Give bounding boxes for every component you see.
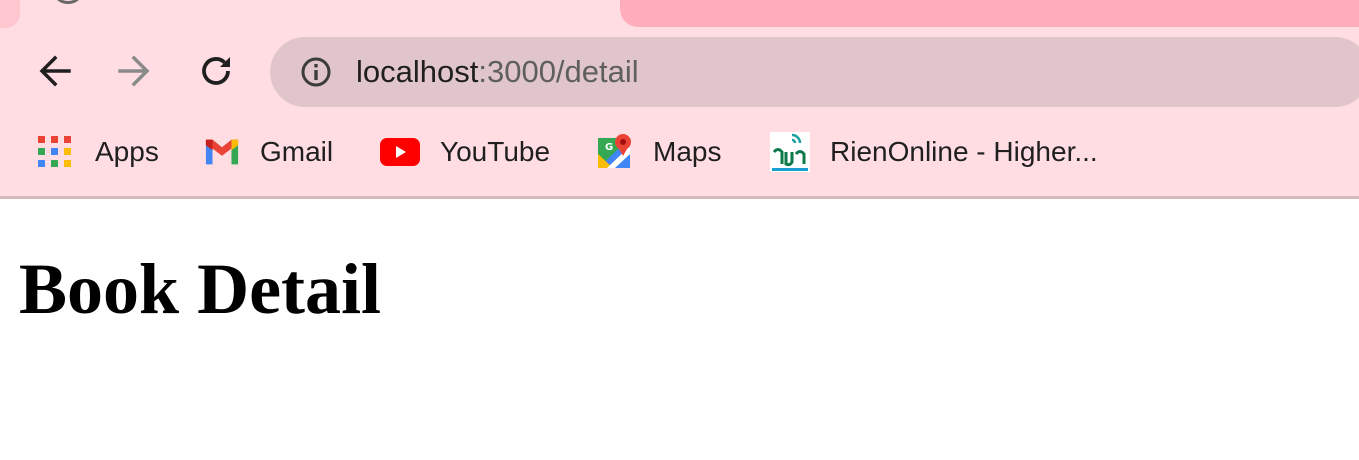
url-path: :3000/detail (478, 54, 639, 89)
bookmark-rienonline[interactable]: RienOnline - Higher... (770, 126, 1098, 178)
reload-icon (202, 57, 230, 85)
bookmark-label: YouTube (440, 136, 551, 167)
reload-button[interactable] (195, 50, 237, 92)
url-text[interactable]: localhost:3000/detail (356, 53, 639, 91)
bookmark-label: Gmail (260, 136, 334, 167)
apps-grid-icon (37, 134, 73, 170)
arrow-left-icon (39, 55, 71, 87)
bookmarks-bar: Apps Gmail YouTube G Maps RienOnline - H… (0, 126, 1359, 178)
maps-icon: G (597, 134, 633, 170)
rienonline-icon (770, 132, 810, 172)
address-bar[interactable]: localhost:3000/detail (270, 37, 1359, 107)
arrow-right-icon (118, 55, 150, 87)
bookmark-youtube[interactable]: YouTube (380, 126, 550, 178)
bookmark-label: Apps (95, 136, 159, 167)
tab-favicon-icon (55, 0, 81, 4)
svg-text:G: G (605, 142, 613, 153)
info-icon[interactable] (300, 56, 332, 88)
tab-strip (0, 0, 1359, 28)
youtube-icon (380, 134, 420, 170)
active-tab[interactable] (0, 0, 20, 28)
gmail-icon (204, 134, 240, 170)
bookmark-maps[interactable]: G Maps (597, 126, 721, 178)
url-host: localhost (356, 54, 479, 89)
bookmark-label: RienOnline - Higher... (830, 136, 1098, 167)
bookmark-label: Maps (653, 136, 722, 167)
page-title: Book Detail (19, 249, 382, 329)
bookmark-gmail[interactable]: Gmail (204, 126, 333, 178)
page-content: Book Detail (0, 199, 1359, 460)
bookmark-apps[interactable]: Apps (37, 126, 159, 178)
inactive-tab[interactable] (620, 0, 1359, 27)
back-button[interactable] (34, 50, 76, 92)
browser-chrome: localhost:3000/detail Apps Gmail YouTube… (0, 0, 1359, 197)
forward-button[interactable] (113, 50, 155, 92)
